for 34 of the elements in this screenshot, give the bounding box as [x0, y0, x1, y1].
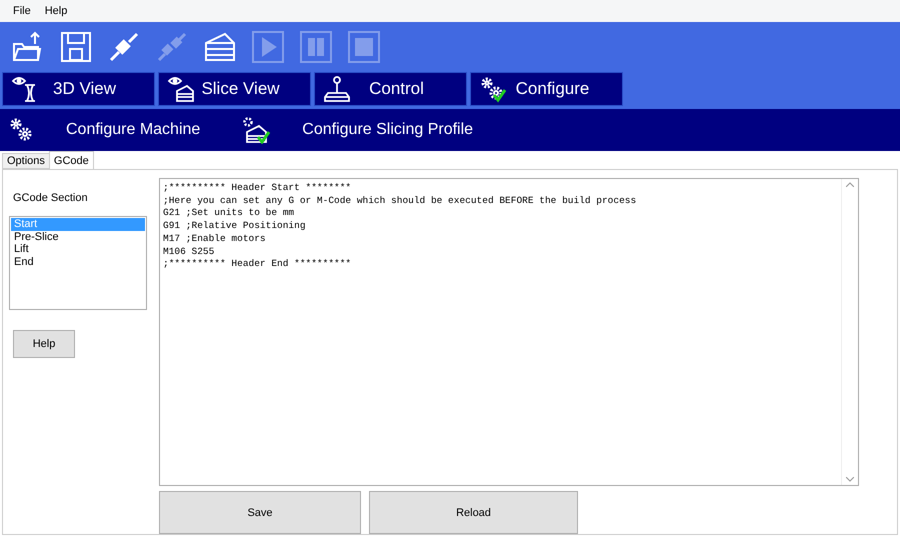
- main-tab[interactable]: 3D View: [2, 72, 155, 106]
- code-line: M17 ;Enable motors: [163, 232, 267, 246]
- stop-icon: [347, 30, 381, 64]
- joystick-icon: [323, 74, 351, 103]
- help-button[interactable]: Help: [13, 330, 75, 358]
- code-line: ;********** Header End **********: [163, 258, 352, 271]
- nav-button[interactable]: Configure Slicing Profile: [242, 116, 486, 144]
- gears-check-icon: [479, 74, 507, 103]
- code-line: ;********** Header Start ********: [163, 182, 352, 195]
- code-line: G91 ;Relative Positioning: [163, 220, 307, 233]
- scroll-down-icon[interactable]: [846, 477, 854, 482]
- code-editor[interactable]: [159, 178, 859, 486]
- code-line: G21 ;Set units to be mm: [163, 207, 296, 220]
- tab[interactable]: Options: [2, 153, 50, 170]
- menu-item[interactable]: Help: [38, 4, 74, 17]
- main-tab[interactable]: Slice View: [158, 72, 311, 106]
- gear-cake-check-icon: [242, 116, 272, 144]
- save-button[interactable]: Save: [159, 491, 361, 534]
- pause-icon: [299, 30, 333, 64]
- list-item[interactable]: Pre-Slice: [11, 230, 145, 244]
- list-item[interactable]: End: [11, 256, 145, 268]
- main-tab[interactable]: Control: [314, 72, 467, 106]
- reload-button[interactable]: Reload: [369, 491, 578, 534]
- list-item[interactable]: Lift: [11, 243, 145, 256]
- menu-item[interactable]: File: [6, 4, 38, 17]
- main-tab[interactable]: Configure: [470, 72, 623, 106]
- code-line: M106 S255: [163, 246, 216, 258]
- code-line: ;Here you can set any G or M-Code which should be executed BEFORE the build process: [163, 194, 638, 208]
- section-label: GCode Section: [13, 192, 89, 204]
- play-icon: [251, 30, 285, 64]
- scroll-up-icon[interactable]: [846, 182, 854, 188]
- nav-button[interactable]: Configure Machine: [8, 116, 212, 144]
- tab[interactable]: GCode: [48, 151, 94, 170]
- eye-cake-icon: [167, 74, 195, 103]
